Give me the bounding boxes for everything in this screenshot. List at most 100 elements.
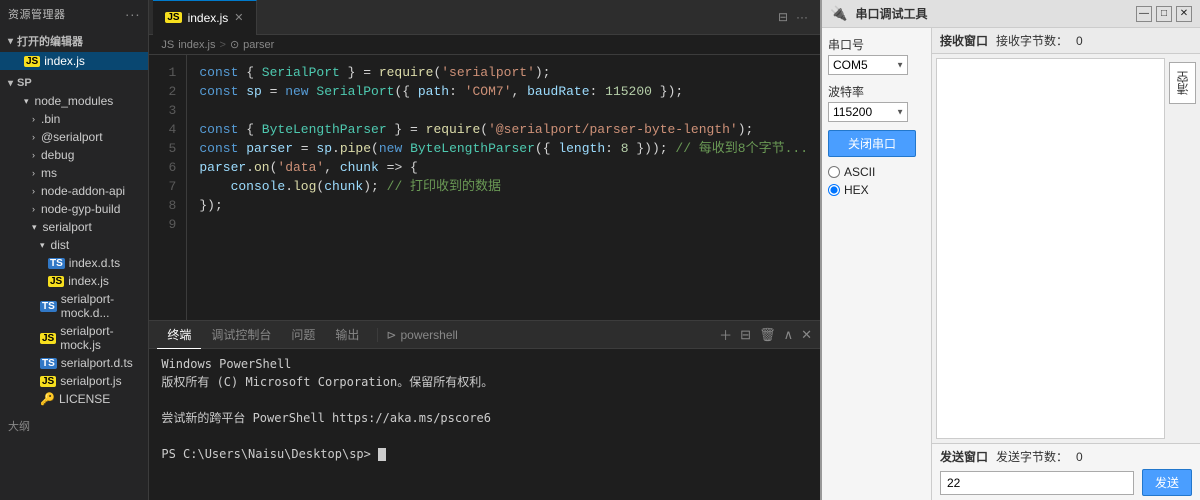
sidebar-more-btn[interactable]: ··· [125,6,141,22]
port-select[interactable]: COM5 COM1 COM2 COM3 COM4 [828,55,908,75]
terminal-prompt-line[interactable]: PS C:\Users\Naisu\Desktop\sp> [161,445,808,463]
ascii-radio[interactable] [828,166,840,178]
folder-label: serialport [43,220,92,234]
recv-label: 接收窗口 [940,32,988,49]
terminal-content: Windows PowerShell 版权所有 (C) Microsoft Co… [149,349,820,500]
hex-label: HEX [844,183,869,197]
tab-terminal[interactable]: 终端 [157,321,201,349]
maximize-btn[interactable]: □ [1156,6,1172,22]
sidebar-item-serialport-pkg[interactable]: › @serialport [0,128,148,146]
sidebar-item-debug[interactable]: › debug [0,146,148,164]
send-input[interactable] [940,471,1134,495]
terminal-line-5 [161,427,808,445]
split-editor-icon[interactable]: ⊟ [778,10,788,24]
serial-title: 串口调试工具 [855,5,927,22]
port-select-wrapper: COM5 COM1 COM2 COM3 COM4 [828,55,908,75]
sidebar-item-ms[interactable]: › ms [0,164,148,182]
arrow-icon: ▾ [8,36,13,47]
ln-2: 2 [149,82,186,101]
ascii-radio-label[interactable]: ASCII [828,165,925,179]
sidebar: 资源管理器 ··· ▾ 打开的编辑器 JS index.js ▾ SP ▾ no… [0,0,149,500]
delete-terminal-icon[interactable]: 🗑 [759,327,776,343]
folder-label: @serialport [41,130,103,144]
file-label: index.d.ts [69,256,120,270]
project-toggle[interactable]: ▾ SP [0,74,148,92]
folder-label: .bin [41,112,60,126]
hex-radio-label[interactable]: HEX [828,183,925,197]
folder-chevron-icon: › [32,168,35,178]
tab-output[interactable]: 输出 [325,321,369,349]
serial-main: 接收窗口 接收字节数： 0 清空 发送窗口 发送字节数： 0 [932,28,1200,500]
ln-6: 6 [149,158,186,177]
terminal-prompt: PS C:\Users\Naisu\Desktop\sp> [161,447,378,461]
serial-title-bar: 🔌 串口调试工具 — □ ✕ [822,0,1200,28]
tab-indexjs[interactable]: JS index.js ✕ [153,0,256,35]
sidebar-item-mock-js[interactable]: JS serialport-mock.js [0,322,148,354]
folder-label: dist [51,238,70,252]
split-terminal-icon[interactable]: ⊟ [740,327,751,343]
send-btn[interactable]: 发送 [1142,469,1192,496]
file-label: serialport-mock.js [60,324,140,352]
terminal-tab-bar: 终端 调试控制台 问题 输出 ⊳ powershell ＋ ⊟ [149,321,820,349]
js-file-icon: JS [48,276,64,287]
close-btn[interactable]: ✕ [1176,6,1192,22]
close-port-btn[interactable]: 关闭串口 [828,130,916,157]
sidebar-item-sp-js[interactable]: JS serialport.js [0,372,148,390]
sidebar-item-bin[interactable]: › .bin [0,110,148,128]
tab-debug-console[interactable]: 调试控制台 [201,321,281,349]
ln-5: 5 [149,139,186,158]
open-editors-toggle[interactable]: ▾ 打开的编辑器 [0,30,148,52]
tab-problems[interactable]: 问题 [281,321,325,349]
sidebar-item-node-addon[interactable]: › node-addon-api [0,182,148,200]
terminal-actions: ＋ ⊟ 🗑 ∧ ✕ [719,325,812,344]
sidebar-item-index-dts[interactable]: TS index.d.ts [0,254,148,272]
sidebar-item-serialport[interactable]: ▾ serialport [0,218,148,236]
sidebar-item-license[interactable]: 🔑 LICENSE [0,390,148,408]
baud-select[interactable]: 115200 9600 19200 38400 57600 230400 [828,102,908,122]
recv-body: 清空 [932,54,1200,443]
terminal-line-4: 尝试新的跨平台 PowerShell https://aka.ms/pscore… [161,409,808,427]
folder-label: debug [41,148,74,162]
sidebar-item-sp-dts[interactable]: TS serialport.d.ts [0,354,148,372]
close-terminal-icon[interactable]: ✕ [801,327,812,343]
add-terminal-icon[interactable]: ＋ [719,325,732,344]
project-name: SP [17,77,32,89]
breadcrumb-symbol: ⊙ [230,38,239,51]
breadcrumb-sep1: > [220,39,226,51]
outline-section-label: 大纲 [0,414,148,438]
file-label: serialport-mock.d... [61,292,141,320]
line-numbers: 1 2 3 4 5 6 7 8 9 [149,55,187,320]
folder-label: ms [41,166,57,180]
sidebar-item-node-gyp[interactable]: › node-gyp-build [0,200,148,218]
more-actions-icon[interactable]: ··· [796,10,808,24]
clear-recv-btn[interactable]: 清空 [1169,62,1196,104]
code-line-9 [199,215,808,234]
code-content[interactable]: const { SerialPort } = require('serialpo… [187,55,820,320]
open-file-label: index.js [44,54,85,68]
folder-chevron-icon: › [32,132,35,142]
format-radio-group: ASCII HEX [828,165,925,197]
sidebar-item-node-modules[interactable]: ▾ node_modules [0,92,148,110]
ln-8: 8 [149,196,186,215]
serial-tool-panel: 🔌 串口调试工具 — □ ✕ 串口号 COM5 COM1 COM2 COM3 C… [820,0,1200,500]
project-section: ▾ SP ▾ node_modules › .bin › @serialport… [0,72,148,410]
sidebar-item-index-js-dist[interactable]: JS index.js [0,272,148,290]
breadcrumb-file: JS [161,39,174,51]
sidebar-item-dist[interactable]: ▾ dist [0,236,148,254]
sidebar-item-mock-dts[interactable]: TS serialport-mock.d... [0,290,148,322]
editor-area: JS index.js ✕ ⊟ ··· JS index.js > ⊙ pars… [149,0,820,500]
code-line-2: const sp = new SerialPort({ path: 'COM7'… [199,82,808,101]
minimize-btn[interactable]: — [1136,6,1152,22]
breadcrumb-filename: index.js [178,39,215,51]
powershell-icon: ⊳ [386,328,396,342]
hex-radio[interactable] [828,184,840,196]
ln-3: 3 [149,101,186,120]
send-section: 发送窗口 发送字节数： 0 发送 [932,443,1200,500]
open-file-indexjs[interactable]: JS index.js [0,52,148,70]
terminal-line-2: 版权所有 (C) Microsoft Corporation。保留所有权利。 [161,373,808,391]
breadcrumb-parser: parser [243,39,274,51]
recv-header: 接收窗口 接收字节数： 0 [932,28,1200,54]
tab-close-icon[interactable]: ✕ [234,11,243,24]
maximize-terminal-icon[interactable]: ∧ [784,327,794,343]
folder-chevron-icon: › [32,204,35,214]
